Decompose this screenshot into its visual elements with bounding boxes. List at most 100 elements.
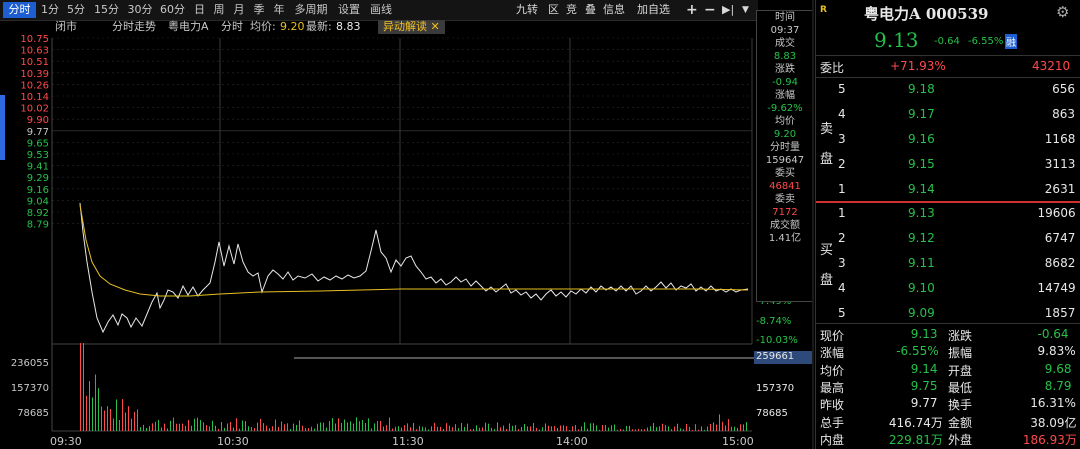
buy-side-label: 买盘: [820, 243, 834, 288]
volume-bar: [728, 419, 729, 431]
ask-price: 9.14: [908, 182, 935, 196]
volume-bar: [542, 427, 543, 431]
volume-bar: [92, 397, 93, 431]
stat-value: -0.64: [1037, 327, 1069, 341]
volume-bar: [113, 418, 114, 431]
gear-icon[interactable]: ⚙: [1056, 3, 1069, 21]
volume-bar: [692, 429, 693, 431]
volume-bar: [422, 426, 423, 431]
info-value: -9.62%: [767, 103, 803, 114]
bid-volume: 8682: [1044, 256, 1076, 270]
volume-bar: [641, 429, 642, 431]
bid-level: 5: [838, 306, 846, 320]
volume-bar: [722, 421, 723, 431]
volume-bar: [239, 428, 240, 431]
volume-bar: [407, 423, 408, 431]
volume-bar: [212, 420, 213, 431]
price-axis-label: 9.90: [27, 115, 49, 126]
bid-level: 3: [838, 256, 846, 270]
bid-volume: 6747: [1044, 231, 1076, 245]
volume-bar: [479, 427, 480, 431]
volume-bar: [617, 429, 618, 431]
volume-bar: [110, 408, 111, 431]
volume-bar: [608, 427, 609, 431]
volume-bar: [98, 388, 99, 431]
volume-bar: [242, 420, 243, 431]
ask-price: 9.18: [908, 82, 935, 96]
volume-bar: [344, 419, 345, 431]
volume-bar: [233, 427, 234, 431]
volume-bar: [731, 426, 732, 431]
info-value: 1.41亿: [768, 233, 802, 244]
volume-axis-label: 78685: [17, 408, 49, 419]
volume-bar: [575, 425, 576, 431]
stat-label: 最低: [948, 380, 973, 395]
stat-value: -6.55%: [896, 344, 939, 359]
volume-bar: [332, 418, 333, 431]
ask-level: 1: [838, 182, 846, 196]
volume-bar: [314, 428, 315, 431]
stat-value: 229.81万: [888, 432, 943, 447]
time-axis-label: 15:00: [722, 435, 754, 448]
volume-bar: [425, 427, 426, 431]
quote-title: 粤电力A 000539: [864, 5, 989, 23]
price-axis-label: 8.79: [27, 220, 49, 231]
volume-bar: [83, 343, 84, 431]
volume-bar: [224, 427, 225, 431]
stat-value: 38.09亿: [1030, 415, 1077, 430]
volume-bar: [170, 420, 171, 431]
ask-volume: 1168: [1044, 132, 1076, 146]
volume-bar: [245, 421, 246, 431]
volume-bar: [650, 426, 651, 431]
volume-bar: [215, 425, 216, 431]
price-axis-label: 10.02: [20, 104, 49, 115]
stat-value: 16.31%: [1030, 396, 1076, 411]
price-change: -0.64: [934, 36, 960, 47]
stat-label: 换手: [948, 398, 973, 413]
stat-label: 振幅: [948, 346, 973, 361]
price-axis-label: 10.26: [20, 80, 49, 91]
volume-bar: [209, 426, 210, 431]
volume-bar: [230, 421, 231, 431]
sell-side-label: 卖盘: [820, 122, 834, 167]
volume-bar: [290, 428, 291, 431]
volume-bar: [122, 399, 123, 431]
price-axis-label: 9.04: [27, 196, 49, 207]
stat-label: 现价: [820, 329, 845, 343]
volume-bar: [203, 422, 204, 431]
bid-volume: 19606: [1037, 206, 1076, 220]
volume-bar: [623, 429, 624, 431]
volume-bar: [293, 423, 294, 431]
intraday-chart: 10.7510.6310.5110.3910.2610.1410.029.909…: [11, 34, 812, 448]
average-price-line: [79, 204, 749, 297]
info-label: 涨跌: [775, 64, 795, 75]
volume-bar: [455, 424, 456, 431]
price-axis-label: 9.41: [27, 162, 49, 173]
volume-bar: [338, 418, 339, 431]
volume-bar: [356, 417, 357, 431]
volume-bar: [578, 429, 579, 431]
volume-bar: [380, 420, 381, 431]
bid-price: 9.12: [908, 231, 935, 245]
volume-bar: [281, 421, 282, 431]
ask-volume: 863: [1052, 107, 1075, 121]
volume-bar: [485, 422, 486, 431]
price-axis-label: 8.92: [27, 208, 49, 219]
volume-bar: [134, 411, 135, 431]
volume-bar: [662, 423, 663, 431]
volume-bar: [194, 418, 195, 431]
stat-label: 外盘: [948, 432, 973, 447]
ask-volume: 3113: [1044, 157, 1076, 171]
time-axis-label: 10:30: [217, 435, 249, 448]
info-value: 7172: [772, 207, 798, 218]
volume-bar: [257, 422, 258, 431]
pct-axis-label: -8.74%: [756, 316, 791, 327]
volume-bar: [101, 406, 102, 431]
volume-bar: [302, 425, 303, 431]
volume-bar: [599, 429, 600, 431]
volume-bar: [512, 425, 513, 431]
volume-bar: [464, 426, 465, 431]
volume-bar: [116, 399, 117, 431]
price-axis-label: 9.16: [27, 185, 49, 196]
ask-volume: 656: [1052, 82, 1075, 96]
